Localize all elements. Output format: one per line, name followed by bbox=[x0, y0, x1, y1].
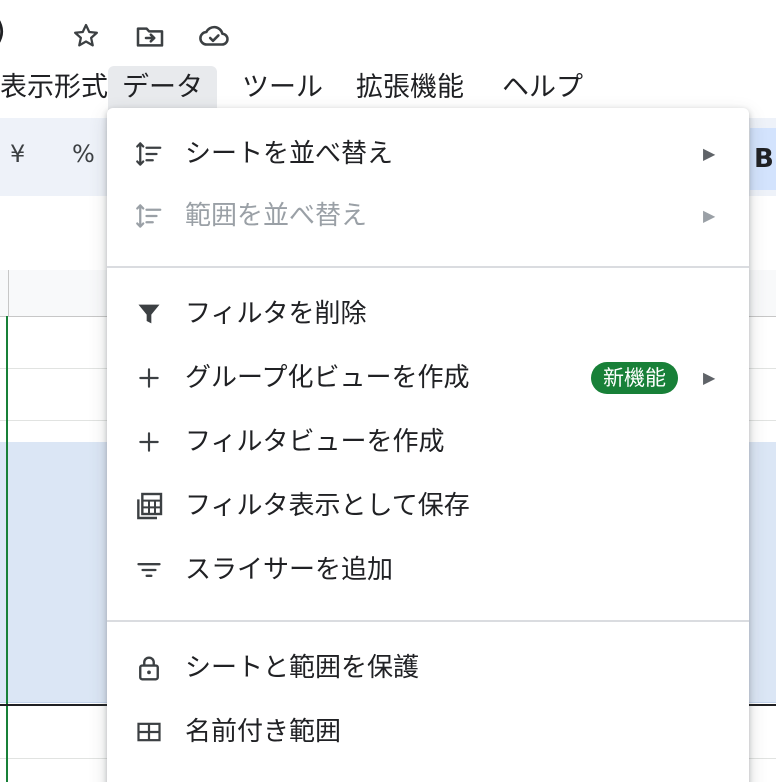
new-feature-badge: 新機能 bbox=[591, 362, 678, 394]
menu-data[interactable]: データ bbox=[108, 66, 217, 110]
title-fragment: ) bbox=[0, 14, 6, 49]
menu-item-protect-sheets[interactable]: シートと範囲を保護 bbox=[107, 638, 749, 698]
menu-tools[interactable]: ツール bbox=[228, 66, 337, 110]
frozen-column-line bbox=[6, 316, 8, 782]
spreadsheet-window: ) 表示形式 データ ツール 拡張機能 ヘルプ ¥ % B bbox=[0, 0, 776, 782]
menu-item-label: シートと範囲を保護 bbox=[185, 653, 420, 683]
title-bar: ) bbox=[0, 0, 776, 64]
menu-item-label: グループ化ビューを作成 bbox=[185, 363, 470, 393]
lock-icon bbox=[133, 652, 165, 684]
menu-help[interactable]: ヘルプ bbox=[488, 66, 597, 110]
menu-divider bbox=[107, 266, 749, 268]
submenu-arrow-icon: ▶ bbox=[703, 368, 716, 387]
bold-button[interactable]: B bbox=[750, 128, 776, 190]
menu-divider bbox=[107, 620, 749, 622]
currency-format-button[interactable]: ¥ bbox=[10, 140, 25, 168]
submenu-arrow-icon: ▶ bbox=[703, 206, 716, 225]
percent-format-button[interactable]: % bbox=[72, 140, 95, 168]
menu-item-save-as-filter-view[interactable]: フィルタ表示として保存 bbox=[107, 476, 749, 536]
table-save-icon bbox=[133, 490, 165, 522]
data-menu-dropdown: シートを並べ替え ▶ 範囲を並べ替え ▶ フィルタを削除 グループ化ビューを作成… bbox=[107, 108, 749, 782]
menu-item-remove-filter[interactable]: フィルタを削除 bbox=[107, 284, 749, 344]
star-icon[interactable] bbox=[68, 18, 104, 54]
menu-item-label: フィルタを削除 bbox=[185, 299, 367, 329]
menu-item-create-group-view[interactable]: グループ化ビューを作成 新機能 ▶ bbox=[107, 348, 749, 408]
move-to-folder-icon[interactable] bbox=[132, 18, 168, 54]
menu-item-add-slicer[interactable]: スライサーを追加 bbox=[107, 540, 749, 600]
menu-item-label: 名前付き範囲 bbox=[185, 717, 342, 747]
cloud-done-icon[interactable] bbox=[196, 18, 232, 54]
menu-item-sort-range: 範囲を並べ替え ▶ bbox=[107, 186, 749, 246]
sort-icon bbox=[133, 138, 165, 170]
menu-extensions[interactable]: 拡張機能 bbox=[342, 66, 478, 110]
menu-item-label: スライサーを追加 bbox=[185, 555, 394, 585]
sort-range-icon bbox=[133, 200, 165, 232]
menu-item-label: 範囲を並べ替え bbox=[185, 201, 368, 231]
filter-icon bbox=[133, 298, 165, 330]
submenu-arrow-icon: ▶ bbox=[703, 144, 716, 163]
plus-icon bbox=[133, 426, 165, 458]
plus-icon bbox=[133, 362, 165, 394]
menu-format[interactable]: 表示形式 bbox=[0, 66, 122, 110]
menu-item-create-filter-view[interactable]: フィルタビューを作成 bbox=[107, 412, 749, 472]
menu-bar: 表示形式 データ ツール 拡張機能 ヘルプ bbox=[0, 60, 776, 110]
menu-item-label: シートを並べ替え bbox=[185, 139, 394, 169]
menu-item-sort-sheet[interactable]: シートを並べ替え ▶ bbox=[107, 124, 749, 184]
named-range-icon bbox=[133, 716, 165, 748]
menu-item-label: フィルタビューを作成 bbox=[185, 427, 445, 457]
slicer-icon bbox=[133, 554, 165, 586]
menu-item-named-ranges[interactable]: 名前付き範囲 bbox=[107, 702, 749, 762]
menu-item-label: フィルタ表示として保存 bbox=[185, 491, 470, 521]
